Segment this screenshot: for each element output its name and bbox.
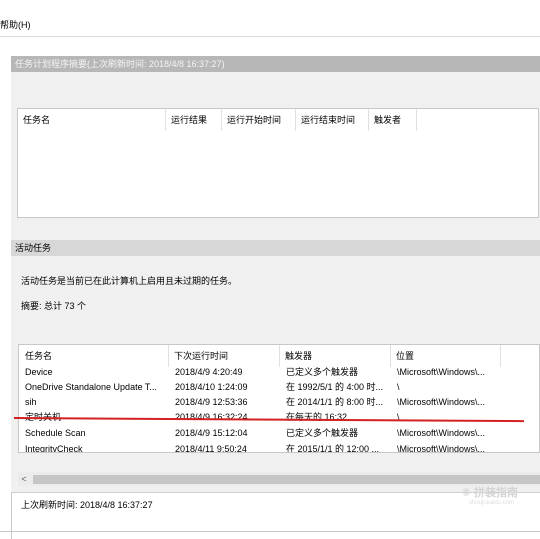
active-description: 活动任务是当前已在此计算机上启用且未过期的任务。 [21,276,238,286]
task-trigger: 已定义多个触发器 [286,428,359,438]
last-refresh-time: 上次刷新时间: 2018/4/8 16:37:27 [21,500,153,510]
menu-bar [0,0,540,37]
watermark-logo: ⑤ 拼装指南 [461,487,518,499]
active-total-summary: 摘要: 总计 73 个 [21,301,87,311]
task-trigger: 在 1992/5/1 的 4:00 时... [286,382,384,392]
task-next-run: 2018/4/9 12:53:36 [175,397,248,407]
scrollbar-thumb[interactable] [33,475,540,484]
table-row[interactable]: IntegrityCheck 2018/4/11 9:50:24 在 2015/… [19,441,539,453]
task-location: \ [397,412,400,422]
summary-col-trigger[interactable]: 触发者 [369,109,417,131]
task-next-run: 2018/4/10 1:24:09 [175,382,248,392]
task-location: \Microsoft\Windows\... [397,367,486,377]
task-name: OneDrive Standalone Update T... [25,382,157,392]
window-bottom-edge [0,531,540,532]
task-name: Device [25,367,53,377]
task-name: IntegrityCheck [25,444,83,453]
table-row[interactable]: OneDrive Standalone Update T... 2018/4/1… [19,379,539,395]
task-location: \ [397,382,400,392]
task-name: sih [25,397,37,407]
summary-col-end[interactable]: 运行结束时间 [296,109,369,131]
task-next-run: 2018/4/9 16:32:24 [175,412,248,422]
task-trigger: 在 2014/1/1 的 8:00 时... [286,397,384,407]
table-row[interactable]: Device 2018/4/9 4:20:49 已定义多个触发器 \Micros… [19,364,539,380]
summary-col-start[interactable]: 运行开始时间 [222,109,296,131]
active-task-list: 任务名 下次运行时间 触发器 位置 Device 2018/4/9 4:20:4… [18,344,540,453]
active-section-header[interactable]: 活动任务 [11,240,540,256]
task-location: \Microsoft\Windows\... [397,444,486,453]
task-trigger: 已定义多个触发器 [286,367,359,377]
scroll-left-arrow-icon[interactable]: < [18,473,30,485]
task-next-run: 2018/4/9 4:20:49 [175,367,243,377]
task-next-run: 2018/4/11 9:50:24 [175,444,247,453]
menu-help[interactable]: 帮助(H) [0,18,31,31]
table-row[interactable]: sih 2018/4/9 12:53:36 在 2014/1/1 的 8:00 … [19,394,539,410]
summary-section-header[interactable]: 任务计划程序摘要(上次刷新时间: 2018/4/8 16:37:27) [11,56,540,72]
task-location: \Microsoft\Windows\... [397,397,486,407]
summary-task-list: 任务名 运行结果 运行开始时间 运行结束时间 触发者 [17,108,539,218]
task-location: \Microsoft\Windows\... [397,428,486,438]
summary-col-name[interactable]: 任务名 [18,109,166,131]
summary-col-result[interactable]: 运行结果 [166,109,222,131]
watermark-sub: shouji.baidu.com [468,500,514,506]
task-next-run: 2018/4/9 15:12:04 [175,428,248,438]
task-name: Schedule Scan [25,428,86,438]
task-trigger: 在 2015/1/1 的 12:00 ... [286,444,380,453]
task-trigger: 在每天的 16:32 [286,412,348,422]
table-row[interactable]: Schedule Scan 2018/4/9 15:12:04 已定义多个触发器… [19,425,539,441]
